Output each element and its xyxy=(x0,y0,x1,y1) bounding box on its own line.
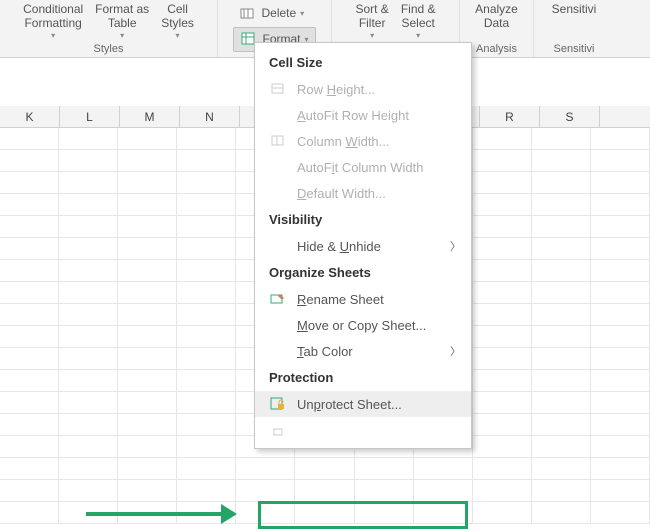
format-as-table-button[interactable]: Format as Table▾ xyxy=(89,2,155,40)
extra-item xyxy=(255,417,471,438)
lock-cell-icon xyxy=(269,422,287,438)
delete-icon xyxy=(239,4,257,22)
cell-styles-button[interactable]: Cell Styles▾ xyxy=(155,2,200,40)
unprotect-icon xyxy=(269,396,287,412)
move-copy-sheet-item[interactable]: Move or Copy Sheet... xyxy=(255,312,471,338)
section-organize-sheets: Organize Sheets xyxy=(255,259,471,286)
column-header[interactable]: K xyxy=(0,106,60,127)
column-width-icon xyxy=(269,133,287,149)
delete-button[interactable]: Delete▾ xyxy=(233,2,310,25)
pointer-arrow xyxy=(86,512,231,516)
unprotect-sheet-item[interactable]: Unprotect Sheet... xyxy=(255,391,471,417)
column-header[interactable]: M xyxy=(120,106,180,127)
analyze-data-button[interactable]: Analyze Data xyxy=(469,2,524,31)
chevron-right-icon: 〉 xyxy=(450,343,461,359)
chevron-right-icon: 〉 xyxy=(450,238,461,254)
sensitivity-group-label: Sensitivi xyxy=(554,43,595,57)
column-header[interactable]: L xyxy=(60,106,120,127)
autofit-column-width-item: AutoFit Column Width xyxy=(255,154,471,180)
section-protection: Protection xyxy=(255,364,471,391)
conditional-formatting-button[interactable]: Conditional Formatting▾ xyxy=(17,2,89,40)
format-dropdown: Cell Size Row Height... AutoFit Row Heig… xyxy=(254,42,472,449)
sensitivity-button[interactable]: Sensitivi xyxy=(546,2,603,16)
autofit-row-height-item: AutoFit Row Height xyxy=(255,102,471,128)
column-header[interactable]: S xyxy=(540,106,600,127)
rename-icon xyxy=(269,291,287,307)
rename-sheet-item[interactable]: Rename Sheet xyxy=(255,286,471,312)
row-height-icon xyxy=(269,81,287,97)
default-width-item: Default Width... xyxy=(255,180,471,206)
section-cell-size: Cell Size xyxy=(255,49,471,76)
unprotect-highlight xyxy=(258,501,468,529)
styles-group-label: Styles xyxy=(94,43,124,57)
column-header[interactable]: N xyxy=(180,106,240,127)
sort-filter-button[interactable]: Sort & Filter▾ xyxy=(349,2,394,40)
tab-color-item[interactable]: Tab Color 〉 xyxy=(255,338,471,364)
hide-unhide-item[interactable]: Hide & Unhide 〉 xyxy=(255,233,471,259)
find-select-button[interactable]: Find & Select▾ xyxy=(395,2,442,40)
column-width-item: Column Width... xyxy=(255,128,471,154)
column-header[interactable]: R xyxy=(480,106,540,127)
analysis-group-label: Analysis xyxy=(476,43,517,57)
row-height-item: Row Height... xyxy=(255,76,471,102)
section-visibility: Visibility xyxy=(255,206,471,233)
